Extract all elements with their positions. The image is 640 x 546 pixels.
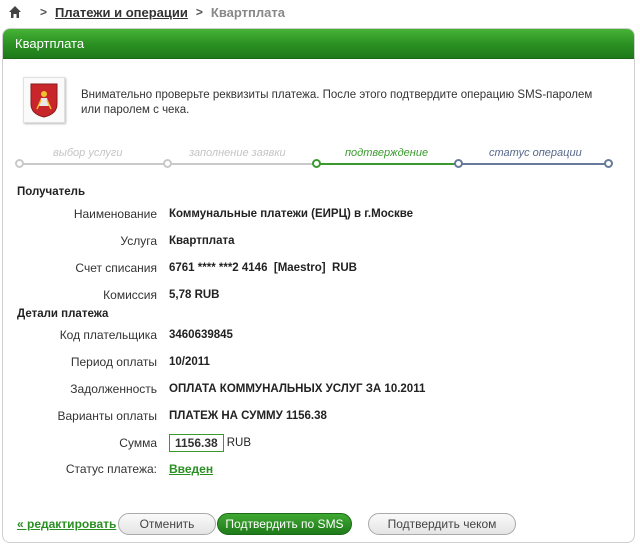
- field-label: Код плательщика: [59, 328, 157, 342]
- field-row: Варианты оплаты ПЛАТЕЖ НА СУММУ 1156.38: [3, 407, 603, 425]
- step-dot: [312, 159, 321, 168]
- field-row: Наименование Коммунальные платежи (ЕИРЦ)…: [3, 205, 603, 223]
- panel-title: Квартплата: [3, 29, 634, 59]
- sum-currency: RUB: [226, 437, 251, 449]
- field-row: Задолженность ОПЛАТА КОММУНАЛЬНЫХ УСЛУГ …: [3, 380, 603, 398]
- field-label: Услуга: [120, 234, 157, 248]
- footer-actions: « редактировать Отменить Подтвердить по …: [3, 513, 634, 535]
- step-dot: [454, 159, 463, 168]
- field-row: Комиссия 5,78 RUB: [3, 286, 603, 304]
- step-line-2: [167, 163, 316, 165]
- payment-panel: Квартплата Внимательно проверьте реквизи…: [2, 28, 635, 543]
- field-value: ОПЛАТА КОММУНАЛЬНЫХ УСЛУГ ЗА 10.2011: [169, 383, 426, 395]
- field-label: Задолженность: [70, 382, 157, 396]
- step-dot: [163, 159, 172, 168]
- field-label: Комиссия: [103, 288, 157, 302]
- step-line-3: [316, 163, 458, 165]
- field-row: Код плательщика 3460639845: [3, 326, 603, 344]
- breadcrumb-payments-link[interactable]: Платежи и операции: [55, 5, 188, 20]
- breadcrumb-current: Квартплата: [210, 4, 285, 20]
- step-label: статус операции: [489, 147, 582, 159]
- info-row: Внимательно проверьте реквизиты платежа.…: [23, 77, 592, 123]
- recipient-title: Получатель: [17, 186, 86, 198]
- field-row: Услуга Квартплата: [3, 232, 603, 250]
- breadcrumb-separator: >: [195, 5, 203, 19]
- progress-steps: выбор услуги заполнение заявки подтвержд…: [15, 147, 615, 171]
- home-icon[interactable]: [8, 5, 22, 19]
- field-label: Счет списания: [75, 261, 157, 275]
- field-label: Наименование: [73, 207, 157, 221]
- step-label: выбор услуги: [53, 147, 123, 159]
- field-value: Квартплата: [169, 235, 235, 247]
- sum-label: Сумма: [119, 436, 157, 450]
- breadcrumb: > Платежи и операции > Квартплата: [8, 3, 285, 21]
- field-label: Варианты оплаты: [57, 409, 157, 423]
- info-message: Внимательно проверьте реквизиты платежа.…: [81, 89, 593, 116]
- field-value: 5,78 RUB: [169, 289, 220, 301]
- step-line-4: [458, 163, 608, 165]
- field-row: Счет списания 6761 **** ***2 4146 [Maest…: [3, 259, 603, 277]
- step-label: подтверждение: [345, 147, 429, 159]
- field-row: Период оплаты 10/2011: [3, 353, 603, 371]
- confirm-check-button[interactable]: Подтвердить чеком: [368, 513, 516, 535]
- status-row: Статус платежа: Введен: [3, 460, 603, 478]
- step-label: заполнение заявки: [189, 147, 286, 159]
- step-line-1: [19, 163, 167, 165]
- edit-link[interactable]: « редактировать: [17, 517, 116, 531]
- step-dot: [15, 159, 24, 168]
- field-value: ПЛАТЕЖ НА СУММУ 1156.38: [169, 410, 327, 422]
- field-value: 10/2011: [169, 356, 210, 368]
- moscow-emblem-icon: [23, 77, 65, 123]
- field-label: Период оплаты: [70, 355, 157, 369]
- status-label: Статус платежа:: [65, 462, 157, 476]
- status-link[interactable]: Введен: [169, 462, 213, 476]
- field-value: Коммунальные платежи (ЕИРЦ) в г.Москве: [169, 208, 414, 220]
- confirm-sms-button[interactable]: Подтвердить по SMS: [217, 513, 352, 535]
- step-dot: [604, 159, 613, 168]
- sum-amount-box: 1156.38: [169, 434, 224, 452]
- field-value: 3460639845: [169, 329, 233, 341]
- breadcrumb-separator: >: [40, 5, 48, 19]
- cancel-button[interactable]: Отменить: [118, 513, 216, 535]
- field-value: 6761 **** ***2 4146 [Maestro] RUB: [169, 262, 357, 274]
- sum-row: Сумма 1156.38 RUB: [3, 433, 603, 453]
- details-title: Детали платежа: [17, 308, 109, 320]
